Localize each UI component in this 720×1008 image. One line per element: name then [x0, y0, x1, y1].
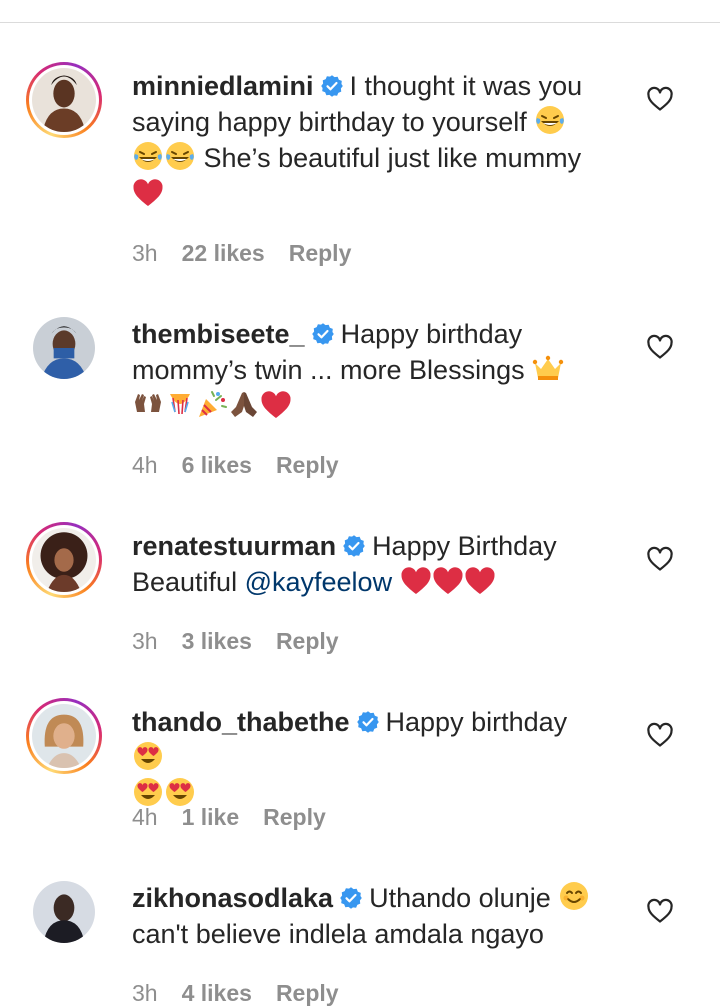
comment-username[interactable]: renatestuurman: [132, 531, 336, 561]
likes-count[interactable]: 4 likes: [182, 980, 252, 1006]
tears-of-joy-icon: [164, 140, 196, 172]
comment-text: minniedlamini I thought it was you saying…: [132, 68, 602, 212]
comment-text: thando_thabethe Happy birthday: [132, 704, 602, 812]
comment-meta: 4h 1 like Reply: [132, 804, 350, 831]
likes-count[interactable]: 22 likes: [182, 240, 265, 266]
crown-icon: [532, 352, 564, 384]
verified-badge-icon: [339, 886, 363, 910]
avatar-photo: [33, 881, 95, 943]
avatar[interactable]: [26, 62, 102, 138]
heart-outline-icon[interactable]: [646, 334, 674, 360]
confetti-ball-icon: [164, 388, 196, 420]
avatar[interactable]: [26, 310, 102, 386]
likes-count[interactable]: 1 like: [182, 804, 240, 830]
reply-button[interactable]: Reply: [289, 240, 352, 266]
likes-count[interactable]: 6 likes: [182, 452, 252, 478]
comment-username[interactable]: thembiseete_: [132, 319, 305, 349]
verified-badge-icon: [311, 322, 335, 346]
avatar-photo: [32, 528, 96, 592]
verified-badge-icon: [356, 710, 380, 734]
top-divider: [0, 0, 720, 23]
comment-meta: 3h 3 likes Reply: [132, 628, 363, 655]
comment-time: 3h: [132, 980, 158, 1006]
reply-button[interactable]: Reply: [276, 628, 339, 654]
comment-meta: 3h 4 likes Reply: [132, 980, 363, 1007]
comment-username[interactable]: minniedlamini: [132, 71, 314, 101]
comment-meta: 4h 6 likes Reply: [132, 452, 363, 479]
heart-outline-icon[interactable]: [646, 898, 674, 924]
raising-hands-icon: [132, 388, 164, 420]
reply-button[interactable]: Reply: [276, 452, 339, 478]
folded-hands-icon: [228, 388, 260, 420]
comment-time: 4h: [132, 804, 158, 830]
heart-outline-icon[interactable]: [646, 546, 674, 572]
reply-button[interactable]: Reply: [276, 980, 339, 1006]
comment-text: zikhonasodlaka Uthando olunje can't belie…: [132, 880, 602, 952]
comment-username[interactable]: thando_thabethe: [132, 707, 350, 737]
verified-badge-icon: [342, 534, 366, 558]
avatar-photo: [32, 68, 96, 132]
comment-time: 3h: [132, 240, 158, 266]
red-heart-icon: [400, 566, 432, 596]
comment-text: renatestuurman Happy Birthday Beautiful @…: [132, 531, 557, 597]
red-heart-icon: [132, 178, 164, 208]
avatar[interactable]: [26, 522, 102, 598]
comment-username[interactable]: zikhonasodlaka: [132, 883, 333, 913]
red-heart-icon: [464, 566, 496, 596]
red-heart-icon: [432, 566, 464, 596]
avatar-photo: [32, 704, 96, 768]
comment-meta: 3h 22 likes Reply: [132, 240, 375, 267]
tears-of-joy-icon: [534, 104, 566, 136]
smiling-face-icon: [558, 880, 590, 912]
likes-count[interactable]: 3 likes: [182, 628, 252, 654]
red-heart-icon: [260, 390, 292, 420]
heart-eyes-icon: [132, 740, 164, 772]
heart-outline-icon[interactable]: [646, 722, 674, 748]
avatar[interactable]: [26, 874, 102, 950]
verified-badge-icon: [320, 74, 344, 98]
heart-outline-icon[interactable]: [646, 86, 674, 112]
avatar-photo: [33, 317, 95, 379]
comment-time: 4h: [132, 452, 158, 478]
mention-link[interactable]: @kayfeelow: [245, 567, 392, 597]
comment-text: thembiseete_ Happy birthday mommy’s twin …: [132, 316, 602, 424]
party-popper-icon: [196, 388, 228, 420]
reply-button[interactable]: Reply: [263, 804, 326, 830]
comment-time: 3h: [132, 628, 158, 654]
tears-of-joy-icon: [132, 140, 164, 172]
avatar[interactable]: [26, 698, 102, 774]
